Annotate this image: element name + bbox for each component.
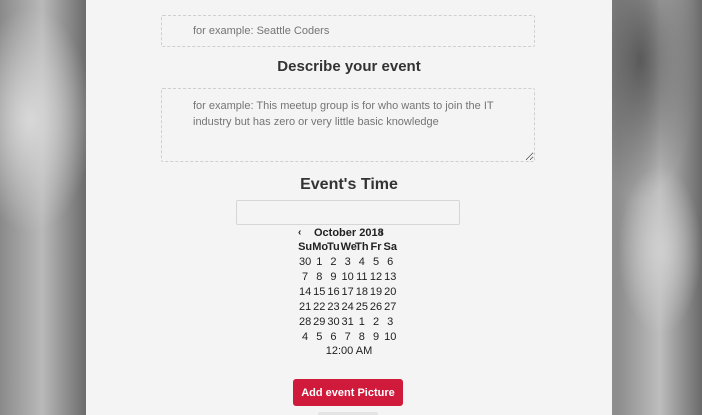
- calendar-day-cell[interactable]: 27: [383, 300, 397, 315]
- calendar-day-cell[interactable]: 9: [369, 330, 383, 345]
- calendar-day-cell[interactable]: 28: [298, 315, 312, 330]
- calendar-weekday-label: Tu: [327, 241, 340, 253]
- calendar-day-cell[interactable]: 30: [298, 255, 312, 270]
- calendar-day-cell[interactable]: 21: [298, 300, 312, 315]
- calendar-week-row: 21 22 23 24 25 26 27: [298, 300, 398, 315]
- calendar-day-cell[interactable]: 18: [355, 285, 369, 300]
- calendar-week-row: 7 8 9 10 11 12 13: [298, 270, 398, 285]
- calendar-day-cell[interactable]: 5: [369, 255, 383, 270]
- calendar-prev-month-button[interactable]: ‹: [298, 227, 306, 238]
- calendar-day-cell[interactable]: 3: [383, 315, 397, 330]
- calendar-week-row: 14 15 16 17 18 19 20: [298, 285, 398, 300]
- calendar-day-cell[interactable]: 19: [369, 285, 383, 300]
- calendar-grid: Su Mo Tu We Th Fr Sa 30 1 2 3 4 5 6 7 8 9 10 11 12 13 14 15 16 1…: [298, 240, 398, 345]
- calendar-day-cell[interactable]: 1: [355, 315, 369, 330]
- calendar-day-cell[interactable]: 12: [369, 270, 383, 285]
- calendar-day-cell[interactable]: 7: [298, 270, 312, 285]
- calendar-time-label[interactable]: 12:00 AM: [86, 345, 612, 357]
- event-form-panel: Describe your event Event's Time ‹ Octob…: [86, 0, 612, 415]
- calendar-weekday-label: Sa: [383, 241, 397, 253]
- calendar-weekday-label: Su: [298, 241, 313, 253]
- calendar-day-cell[interactable]: 23: [326, 300, 340, 315]
- calendar-day-cell[interactable]: 6: [383, 255, 397, 270]
- calendar-weekday-label: Mo: [312, 241, 329, 253]
- calendar-day-cell[interactable]: 5: [312, 330, 326, 345]
- calendar-day-cell[interactable]: 13: [383, 270, 397, 285]
- calendar-day-cell[interactable]: 24: [341, 300, 355, 315]
- calendar-day-cell[interactable]: 1: [312, 255, 326, 270]
- calendar-day-cell[interactable]: 4: [355, 255, 369, 270]
- calendar-day-cell[interactable]: 4: [298, 330, 312, 345]
- event-time-heading: Event's Time: [300, 176, 398, 193]
- calendar-day-cell[interactable]: 14: [298, 285, 312, 300]
- group-name-input[interactable]: [161, 15, 535, 47]
- calendar-day-cell[interactable]: 11: [355, 270, 369, 285]
- calendar-day-cell[interactable]: 22: [312, 300, 326, 315]
- describe-heading: Describe your event: [277, 58, 421, 75]
- calendar-day-cell[interactable]: 16: [326, 285, 340, 300]
- calendar-day-cell[interactable]: 17: [341, 285, 355, 300]
- calendar-day-cell[interactable]: 29: [312, 315, 326, 330]
- calendar-day-cell[interactable]: 6: [326, 330, 340, 345]
- calendar-day-cell[interactable]: 8: [355, 330, 369, 345]
- calendar-header: ‹ October 2018 ›: [298, 227, 388, 241]
- calendar-month-label: October 2018: [314, 227, 384, 239]
- calendar-day-cell[interactable]: 2: [326, 255, 340, 270]
- calendar-day-cell[interactable]: 10: [383, 330, 397, 345]
- calendar-day-cell[interactable]: 9: [326, 270, 340, 285]
- calendar-day-cell[interactable]: 7: [341, 330, 355, 345]
- calendar-day-cell[interactable]: 15: [312, 285, 326, 300]
- calendar-day-cell[interactable]: 31: [341, 315, 355, 330]
- calendar-week-row: 28 29 30 31 1 2 3: [298, 315, 398, 330]
- calendar-day-cell[interactable]: 2: [369, 315, 383, 330]
- calendar-next-month-button[interactable]: ›: [380, 227, 383, 238]
- add-event-picture-button[interactable]: Add event Picture: [293, 379, 403, 406]
- calendar-weekday-label: Fr: [370, 241, 382, 253]
- calendar-day-cell[interactable]: 3: [341, 255, 355, 270]
- event-time-input[interactable]: [236, 200, 460, 225]
- calendar-week-row: 4 5 6 7 8 9 10: [298, 330, 398, 345]
- calendar-day-cell[interactable]: 30: [326, 315, 340, 330]
- event-description-textarea[interactable]: [161, 88, 535, 162]
- calendar-day-cell[interactable]: 8: [312, 270, 326, 285]
- calendar-weekday-label: We: [340, 241, 357, 253]
- calendar-weekday-label: Th: [355, 241, 369, 253]
- calendar-day-cell[interactable]: 10: [341, 270, 355, 285]
- calendar-day-cell[interactable]: 25: [355, 300, 369, 315]
- calendar-day-cell[interactable]: 26: [369, 300, 383, 315]
- calendar-day-cell[interactable]: 20: [383, 285, 397, 300]
- calendar-week-row: 30 1 2 3 4 5 6: [298, 255, 398, 270]
- calendar-weekday-row: Su Mo Tu We Th Fr Sa: [298, 240, 398, 255]
